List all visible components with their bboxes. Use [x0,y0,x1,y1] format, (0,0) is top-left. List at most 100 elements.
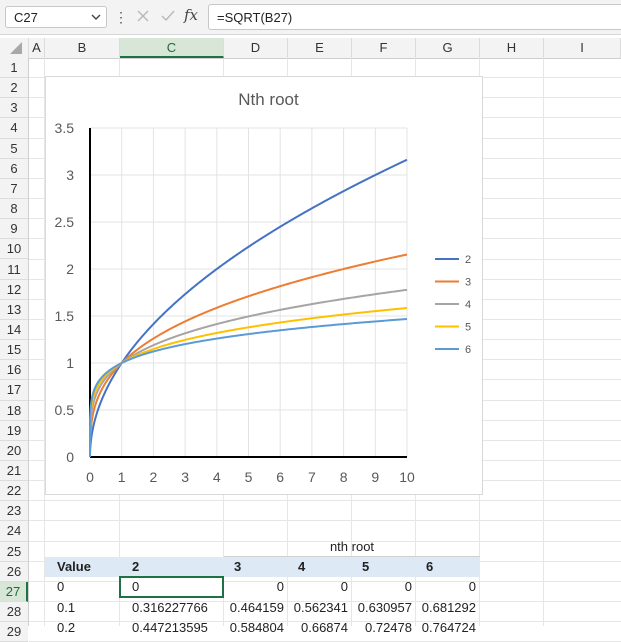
row-header-8[interactable]: 8 [0,199,28,220]
x-tick-label: 2 [150,469,158,485]
formula-input[interactable]: =SQRT(B27) [208,4,621,30]
nth-root-group-header: nth root [224,537,480,557]
chart-canvas: Nth root 0 1 2 3 4 5 6 7 8 9 10 0 0.5 1 1.5 2 2.5 3 3.5 2 3 4 5… [55,90,472,485]
row-header-14[interactable]: 14 [0,319,28,341]
row-header-25[interactable]: 25 [0,541,28,562]
table-cell[interactable]: 0 [416,577,480,597]
row-header-27[interactable]: 27 [0,581,28,603]
table-cell[interactable]: 0.562341 [288,598,352,618]
column-header-a[interactable]: A [29,38,45,58]
row-header-11[interactable]: 11 [0,259,28,280]
table-cell[interactable]: 0.447213595 [120,618,224,638]
column-header-i[interactable]: I [544,38,621,58]
table-cell[interactable]: 0 [120,577,224,597]
row-header-28[interactable]: 28 [0,602,28,623]
table-cell[interactable]: 0.681292 [416,598,480,618]
row-header-12[interactable]: 12 [0,279,28,300]
table-cell[interactable]: 0 [224,577,288,597]
column-header-h[interactable]: H [480,38,544,58]
row-header-29[interactable]: 29 [0,622,28,642]
row-header-26[interactable]: 26 [0,561,28,582]
y-tick-label: 0 [66,449,74,465]
header-root-2: 2 [120,557,224,577]
table-cell[interactable]: 0.72478 [352,618,416,638]
legend-label-root-3: 3 [465,277,471,289]
table-cell[interactable]: 0 [45,577,120,597]
chevron-down-icon[interactable] [90,11,102,23]
x-tick-label: 10 [399,469,415,485]
row-header-22[interactable]: 22 [0,481,28,502]
y-tick-label: 1 [66,355,74,371]
insert-function-icon[interactable]: fx [184,6,198,24]
formula-text: =SQRT(B27) [217,10,293,25]
header-root-5: 5 [352,557,416,577]
name-box[interactable]: C27 [5,6,107,28]
header-root-3: 3 [224,557,288,577]
more-options-icon[interactable]: ⋮ [114,8,128,26]
cancel-icon[interactable] [136,9,150,23]
legend-label-root-6: 6 [465,344,471,356]
table-cell[interactable]: 0.584804 [224,618,288,638]
column-header-f[interactable]: F [352,38,416,58]
column-header-d[interactable]: D [224,38,288,58]
row-header-2[interactable]: 2 [0,78,28,99]
column-header-b[interactable]: B [45,38,120,58]
header-root-4: 4 [288,557,352,577]
legend-label-root-4: 4 [465,299,471,311]
row-header-15[interactable]: 15 [0,340,28,361]
select-all-corner[interactable] [0,38,29,58]
x-tick-label: 3 [181,469,189,485]
table-cell[interactable]: 0 [288,577,352,597]
y-tick-label: 3.5 [55,120,75,136]
table-cell[interactable]: 0.66874 [288,618,352,638]
row-header-18[interactable]: 18 [0,400,28,421]
row-header-24[interactable]: 24 [0,521,28,542]
row-header-4[interactable]: 4 [0,118,28,139]
enter-icon[interactable] [160,9,176,23]
table-cell[interactable]: 0.2 [45,618,120,638]
column-gridline [543,58,544,626]
row-gridline [29,520,621,522]
line-chart[interactable]: Nth root 0 1 2 3 4 5 6 7 8 9 10 0 0.5 1 1.5 2 2.5 3 3.5 2 3 4 5… [45,76,483,495]
column-header-c[interactable]: C [120,38,224,58]
legend-label-root-5: 5 [465,322,471,334]
column-header-g[interactable]: G [416,38,480,58]
y-tick-label: 2.5 [55,214,75,230]
row-header-1[interactable]: 1 [0,58,28,79]
table-cell[interactable]: 0.1 [45,598,120,618]
name-box-value: C27 [14,10,38,25]
row-header-9[interactable]: 9 [0,219,28,240]
column-header-e[interactable]: E [288,38,352,58]
chart-title: Nth root [238,90,299,109]
x-tick-label: 1 [118,469,126,485]
formula-bar: C27 ⋮ fx =SQRT(B27) [0,0,621,35]
row-header-10[interactable]: 10 [0,239,28,260]
row-header-19[interactable]: 19 [0,420,28,441]
table-cell[interactable]: 0.764724 [416,618,480,638]
column-header-bar: A B C D E F G H I [0,38,621,59]
row-header-17[interactable]: 17 [0,380,28,401]
row-gridline [29,500,621,502]
row-header-3[interactable]: 3 [0,98,28,119]
row-header-6[interactable]: 6 [0,158,28,179]
table-cell[interactable]: 0.464159 [224,598,288,618]
row-header-23[interactable]: 23 [0,501,28,522]
x-tick-label: 5 [245,469,253,485]
legend-label-root-2: 2 [465,254,471,266]
x-tick-label: 6 [276,469,284,485]
y-tick-label: 3 [66,167,74,183]
table-cell[interactable]: 0.630957 [352,598,416,618]
row-header-16[interactable]: 16 [0,360,28,381]
table-cell[interactable]: 0 [352,577,416,597]
row-header-5[interactable]: 5 [0,138,28,159]
x-tick-label: 4 [213,469,221,485]
row-header-21[interactable]: 21 [0,461,28,482]
select-all-icon [10,42,22,54]
row-header-13[interactable]: 13 [0,299,28,320]
row-header-20[interactable]: 20 [0,440,28,461]
header-value: Value [45,557,120,577]
table-cell[interactable]: 0.316227766 [120,598,224,618]
header-root-6: 6 [416,557,480,577]
row-header-7[interactable]: 7 [0,178,28,200]
x-tick-label: 0 [86,469,94,485]
